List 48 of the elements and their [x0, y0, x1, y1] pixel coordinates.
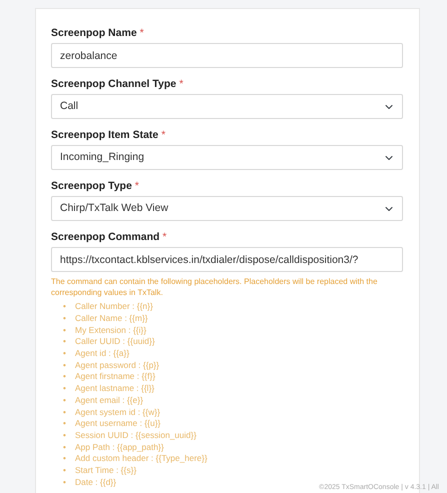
placeholder-item: Agent firstname : {{f}}: [74, 371, 156, 382]
placeholder-item: Agent email : {{e}}: [74, 394, 144, 406]
field-label: Screenpop Type: [51, 180, 132, 193]
input-field[interactable]: https://txcontact.kblservices.in/txdialer/dispose/calldisposition3/?: [51, 247, 403, 272]
placeholder-item: Agent username : {{u}}: [74, 418, 161, 430]
bullet-mark: •: [63, 301, 66, 312]
placeholder-item: Agent id : {{a}}: [74, 348, 130, 360]
placeholder-item: Agent lastname : {{l}}: [74, 383, 154, 394]
placeholder-item: Caller UUID : {{uuid}}: [74, 336, 155, 348]
required-mark: *: [134, 180, 140, 193]
field-label: Screenpop Command: [51, 231, 160, 244]
required-mark: *: [179, 78, 184, 91]
bullet-mark: •: [63, 464, 66, 476]
bullet-mark: •: [63, 453, 66, 464]
select-field[interactable]: Call: [51, 94, 403, 119]
required-mark: *: [140, 27, 144, 40]
required-mark: *: [161, 129, 166, 142]
placeholder-item: Add custom header : {{Type_here}}: [74, 453, 208, 464]
bullet-mark: •: [63, 371, 66, 382]
bullet-mark: •: [63, 406, 66, 418]
placeholder-item: App Path : {{app_path}}: [74, 442, 164, 453]
placeholder-item: Date : {{d}}: [74, 476, 116, 488]
help-text: The command can contain the following placeholders. Placeholders will be replaced with the corresponding values in TxTalk.: [51, 276, 378, 298]
bullet-mark: •: [63, 418, 66, 430]
placeholder-item: Caller Number : {{n}}: [74, 301, 153, 312]
placeholder-item: Start Time : {{s}}: [74, 464, 136, 476]
bullet-mark: •: [63, 476, 66, 488]
bullet-mark: •: [63, 442, 66, 453]
placeholder-item: Caller Name : {{m}}: [74, 313, 148, 324]
field-label: Screenpop Name: [51, 27, 137, 40]
select-field[interactable]: Incoming_Ringing: [51, 145, 403, 170]
field-label: Screenpop Channel Type: [51, 78, 176, 91]
bullet-mark: •: [63, 383, 66, 394]
bullet-mark: •: [63, 348, 66, 360]
placeholder-item: Session UUID : {{session_uuid}}: [74, 430, 196, 441]
bullet-mark: •: [63, 313, 66, 324]
bullet-mark: •: [63, 394, 66, 406]
placeholder-item: Agent password : {{p}}: [74, 360, 160, 371]
input-field[interactable]: zerobalance: [51, 43, 403, 68]
bullet-mark: •: [63, 360, 66, 371]
field-label: Screenpop Item State: [51, 129, 158, 142]
bullet-mark: •: [63, 336, 66, 348]
placeholder-item: Agent system id : {{w}}: [74, 406, 160, 418]
placeholder-item: My Extension : {{i}}: [74, 324, 146, 336]
required-mark: *: [162, 231, 167, 244]
bullet-mark: •: [63, 324, 66, 336]
select-field[interactable]: Chirp/TxTalk Web View: [51, 196, 403, 221]
bullet-mark: •: [63, 430, 66, 441]
